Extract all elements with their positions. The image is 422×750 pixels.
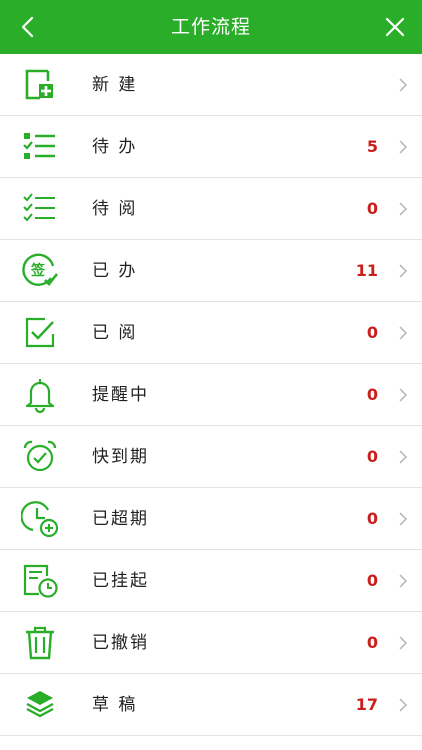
menu-item-count: 0 bbox=[366, 633, 378, 652]
menu-item-label: 已挂起 bbox=[92, 571, 149, 591]
menu-item-read[interactable]: 已 阅 0 bbox=[0, 302, 422, 364]
trash-icon bbox=[20, 623, 60, 663]
todo-list-icon bbox=[20, 127, 60, 167]
menu-item-label: 已撤销 bbox=[92, 633, 149, 653]
menu-item-reminding[interactable]: 提醒中 0 bbox=[0, 364, 422, 426]
menu-item-suspended[interactable]: 已挂起 0 bbox=[0, 550, 422, 612]
menu-item-due-soon[interactable]: 快到期 0 bbox=[0, 426, 422, 488]
chevron-right-icon bbox=[399, 202, 408, 216]
menu-item-label: 待 阅 bbox=[92, 199, 138, 219]
workflow-menu: 新 建 待 办 5 待 阅 0 签 已 办 11 已 阅 0 提醒中 0 快到期… bbox=[0, 54, 422, 736]
menu-item-drafts[interactable]: 草 稿 17 bbox=[0, 674, 422, 736]
chevron-right-icon bbox=[399, 698, 408, 712]
menu-item-todo[interactable]: 待 办 5 bbox=[0, 116, 422, 178]
menu-item-label: 待 办 bbox=[92, 137, 138, 157]
menu-item-label: 快到期 bbox=[92, 447, 149, 467]
page-title: 工作流程 bbox=[170, 16, 251, 38]
menu-item-count: 0 bbox=[366, 323, 378, 342]
checked-box-icon bbox=[20, 313, 60, 353]
close-button[interactable] bbox=[368, 0, 422, 54]
chevron-right-icon bbox=[399, 636, 408, 650]
clock-overdue-icon bbox=[20, 499, 60, 539]
new-doc-icon bbox=[20, 65, 60, 105]
menu-item-count: 0 bbox=[366, 571, 378, 590]
chevron-right-icon bbox=[399, 512, 408, 526]
menu-item-to-read[interactable]: 待 阅 0 bbox=[0, 178, 422, 240]
menu-item-done[interactable]: 签 已 办 11 bbox=[0, 240, 422, 302]
suspended-doc-icon bbox=[20, 561, 60, 601]
menu-item-label: 新 建 bbox=[92, 75, 138, 95]
chevron-right-icon bbox=[399, 78, 408, 92]
menu-item-new[interactable]: 新 建 bbox=[0, 54, 422, 116]
chevron-right-icon bbox=[399, 574, 408, 588]
bell-icon bbox=[20, 375, 60, 415]
signed-icon: 签 bbox=[20, 251, 60, 291]
close-icon bbox=[385, 17, 405, 37]
alarm-clock-icon bbox=[20, 437, 60, 477]
svg-text:签: 签 bbox=[30, 262, 46, 279]
menu-item-label: 草 稿 bbox=[92, 695, 138, 715]
menu-item-label: 已 办 bbox=[92, 261, 138, 281]
menu-item-count: 0 bbox=[366, 509, 378, 528]
layers-icon bbox=[20, 685, 60, 725]
menu-item-count: 0 bbox=[366, 385, 378, 404]
chevron-right-icon bbox=[399, 264, 408, 278]
chevron-right-icon bbox=[399, 140, 408, 154]
to-read-list-icon bbox=[20, 189, 60, 229]
chevron-right-icon bbox=[399, 326, 408, 340]
menu-item-label: 已 阅 bbox=[92, 323, 138, 343]
menu-item-count: 17 bbox=[355, 695, 378, 714]
menu-item-label: 已超期 bbox=[92, 509, 149, 529]
menu-item-count: 0 bbox=[366, 199, 378, 218]
menu-item-label: 提醒中 bbox=[92, 385, 149, 405]
menu-item-overdue[interactable]: 已超期 0 bbox=[0, 488, 422, 550]
chevron-right-icon bbox=[399, 450, 408, 464]
chevron-right-icon bbox=[399, 388, 408, 402]
menu-item-count: 0 bbox=[366, 447, 378, 466]
menu-item-count: 5 bbox=[366, 137, 378, 156]
menu-item-count: 11 bbox=[355, 261, 378, 280]
app-header: 工作流程 bbox=[0, 0, 422, 54]
menu-item-revoked[interactable]: 已撤销 0 bbox=[0, 612, 422, 674]
